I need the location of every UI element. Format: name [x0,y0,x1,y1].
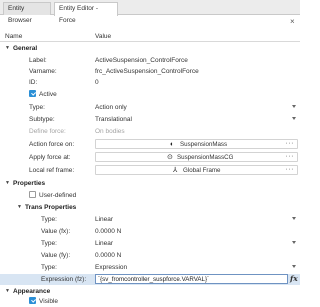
row-type-fx[interactable]: Type: Linear [0,214,300,225]
user-defined-checkbox[interactable] [29,191,36,198]
more-icon[interactable]: ··· [286,140,295,148]
active-label: Active [39,91,57,98]
chevron-down-icon[interactable] [292,265,296,268]
section-trans-properties-label: Trans Properties [25,204,77,211]
action-force-on-name: Action force on: [29,141,75,148]
type-fz-value[interactable]: Expression [95,263,127,272]
type-fz-name: Type: [41,264,57,271]
row-type-fz[interactable]: Type: Expression [0,262,300,273]
apply-force-at-value: SuspensionMassCG [177,154,234,161]
more-icon[interactable]: ··· [286,153,295,161]
user-defined-label: User-defined [39,192,77,199]
frame-icon: ⅄ [173,167,178,174]
type-value[interactable]: Action only [95,103,127,112]
visible-label: Visible [39,298,59,305]
subtype-value[interactable]: Translational [95,115,132,124]
value-fy-name: Value (fy): [41,252,71,259]
action-force-on-value: SuspensionMass [180,141,228,148]
collapse-caret-icon[interactable]: ▼ [5,288,10,295]
local-ref-frame-name: Local ref frame: [29,167,75,174]
section-properties[interactable]: ▼ Properties [0,178,300,189]
type-fy-value[interactable]: Linear [95,239,113,248]
fx-icon[interactable]: fx [290,274,298,284]
row-type-fy[interactable]: Type: Linear [0,238,300,249]
tab-bar: Entity Browser Entity Editor - Force [0,0,300,24]
body-icon: ◐ [170,141,175,148]
active-checkbox[interactable] [29,90,36,97]
local-ref-frame-field[interactable]: ⅄ Global Frame ··· [95,165,298,175]
row-apply-force-at[interactable]: Apply force at: ⊙ SuspensionMassCG ··· [0,152,300,163]
row-active[interactable]: Active [0,89,300,100]
label-name: Label: [29,57,47,64]
row-type[interactable]: Type: Action only [0,102,300,113]
row-user-defined[interactable]: User-defined [0,190,300,201]
expression-fz-input[interactable]: `{sv_fromcontroller_suspforce.VARVAL}` [95,274,288,284]
row-action-force-on[interactable]: Action force on: ◐ SuspensionMass ··· [0,139,300,150]
type-name: Type: [29,104,45,111]
value-fy-value[interactable]: 0.0000 N [95,251,121,260]
row-value-fx[interactable]: Value (fx): 0.0000 N [0,226,300,237]
section-trans-properties[interactable]: ▼ Trans Properties [0,202,300,213]
expression-fz-name: Expression (fz): [41,276,87,283]
section-general-label: General [13,45,38,52]
action-force-on-field[interactable]: ◐ SuspensionMass ··· [95,139,298,149]
close-icon[interactable]: × [290,18,295,26]
column-header: Name Value [0,32,300,42]
row-local-ref-frame[interactable]: Local ref frame: ⅄ Global Frame ··· [0,165,300,176]
label-value[interactable]: ActiveSuspension_ControlForce [95,56,188,65]
column-value-header: Value [95,33,112,40]
point-icon: ⊙ [167,154,173,161]
tab-entity-browser[interactable]: Entity Browser [3,2,51,24]
varname-value[interactable]: frc_ActiveSuspension_ControlForce [95,67,199,76]
collapse-caret-icon[interactable]: ▼ [5,180,10,187]
id-value: 0 [95,79,99,86]
type-fy-name: Type: [41,240,57,247]
row-id[interactable]: ID: 0 [0,77,300,88]
apply-force-at-field[interactable]: ⊙ SuspensionMassCG ··· [95,152,298,162]
row-value-fy[interactable]: Value (fy): 0.0000 N [0,250,300,261]
tab-entity-editor-force[interactable]: Entity Editor - Force [54,2,118,24]
section-appearance-label: Appearance [13,288,51,295]
type-fx-value[interactable]: Linear [95,215,113,224]
visible-checkbox[interactable] [29,297,36,304]
define-force-name: Define force: [29,128,66,135]
row-visible[interactable]: Visible [0,296,300,307]
local-ref-frame-value: Global Frame [183,167,221,174]
apply-force-at-name: Apply force at: [29,154,71,161]
define-force-value: On bodies [95,128,125,135]
row-subtype[interactable]: Subtype: Translational [0,114,300,125]
varname-name: Varname: [29,68,57,75]
chevron-down-icon[interactable] [292,217,296,220]
row-expression-fz[interactable]: Expression (fz): `{sv_fromcontroller_sus… [0,274,300,285]
row-label[interactable]: Label: ActiveSuspension_ControlForce [0,55,300,66]
subtype-name: Subtype: [29,116,55,123]
row-varname[interactable]: Varname: frc_ActiveSuspension_ControlFor… [0,66,300,77]
value-fx-value[interactable]: 0.0000 N [95,227,121,236]
chevron-down-icon[interactable] [292,117,296,120]
collapse-caret-icon[interactable]: ▼ [17,204,22,211]
section-properties-label: Properties [13,180,46,187]
column-name-header: Name [5,33,23,40]
row-define-force: Define force: On bodies [0,126,300,137]
more-icon[interactable]: ··· [286,166,295,174]
chevron-down-icon[interactable] [292,105,296,108]
expression-fz-value: `{sv_fromcontroller_suspforce.VARVAL}` [98,276,210,283]
chevron-down-icon[interactable] [292,241,296,244]
collapse-caret-icon[interactable]: ▼ [5,45,10,52]
type-fx-name: Type: [41,216,57,223]
section-general[interactable]: ▼ General [0,43,300,54]
id-name: ID: [29,79,38,86]
value-fx-name: Value (fx): [41,228,71,235]
